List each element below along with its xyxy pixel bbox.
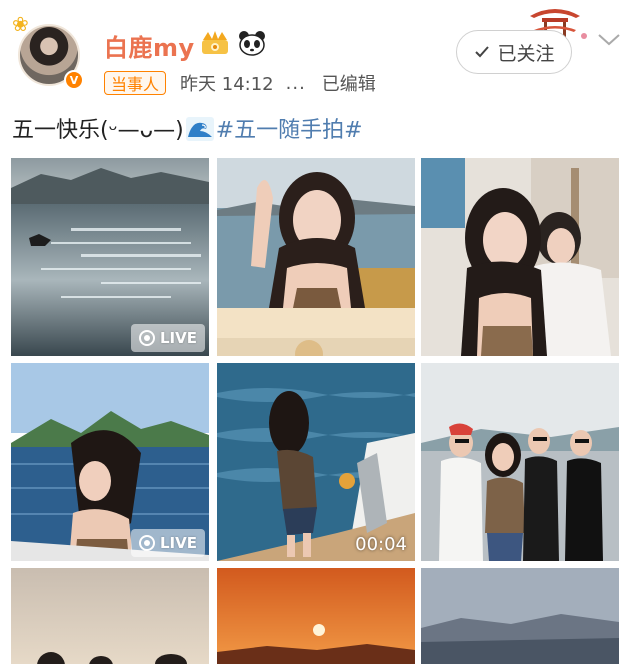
more-dots[interactable]: ... (286, 73, 306, 94)
follow-label: 已关注 (497, 42, 555, 65)
party-tag: 当事人 (104, 71, 167, 95)
chevron-down-icon[interactable] (596, 32, 622, 48)
avatar-container[interactable]: ❀ V (12, 12, 84, 92)
live-label: LIVE (160, 534, 197, 552)
check-icon (475, 46, 490, 58)
photo-group-image (421, 363, 619, 561)
hashtag-link[interactable]: #五一随手拍# (216, 118, 363, 143)
live-photo-icon (139, 330, 155, 346)
follow-button[interactable]: 已关注 (456, 30, 572, 74)
post-text-main: 五一快乐(ᵕ—ᴗ—) (12, 118, 184, 143)
post-time: 昨天 14:12 (180, 74, 274, 95)
photo-misty-sea-image (421, 568, 619, 664)
wave-icon (185, 117, 214, 141)
panda-icon (239, 31, 265, 56)
photo-orange-sunset-image (217, 568, 415, 664)
photo-two-friends[interactable] (421, 158, 619, 356)
live-label: LIVE (160, 329, 197, 347)
photo-sunset-silhouettes-image (11, 568, 209, 664)
video-duration: 00:04 (355, 534, 407, 555)
sunflower-icon: ❀ (12, 12, 29, 36)
photo-two-friends-image (421, 158, 619, 356)
verified-badge: V (64, 70, 84, 90)
live-photo-icon (139, 535, 155, 551)
username[interactable]: 白鹿my (104, 28, 195, 63)
photo-sunset-silhouettes[interactable] (11, 568, 209, 664)
post-header: ❀ V 白鹿my 当事人 昨天 14:12 ... 已编辑 已关注 (0, 0, 640, 110)
video-boat-deck-image (217, 363, 415, 561)
edited-label[interactable]: 已编辑 (322, 70, 376, 96)
photo-boat-selfie-image (217, 158, 415, 356)
live-badge: LIVE (131, 324, 205, 352)
post-text: 五一快乐(ᵕ—ᴗ—) #五一随手拍# (12, 112, 363, 144)
crown-icon (202, 31, 228, 54)
photo-boat-selfie[interactable] (217, 158, 415, 356)
photo-misty-sea[interactable] (421, 568, 619, 664)
video-boat-deck[interactable]: 00:04 (217, 363, 415, 561)
live-badge: LIVE (131, 529, 205, 557)
photo-sea-sparkle[interactable]: LIVE (11, 158, 209, 356)
post-meta: 当事人 昨天 14:12 ... 已编辑 (104, 70, 376, 96)
photo-hair-wind[interactable]: LIVE (11, 363, 209, 561)
photo-orange-sunset[interactable] (217, 568, 415, 664)
photo-group[interactable] (421, 363, 619, 561)
